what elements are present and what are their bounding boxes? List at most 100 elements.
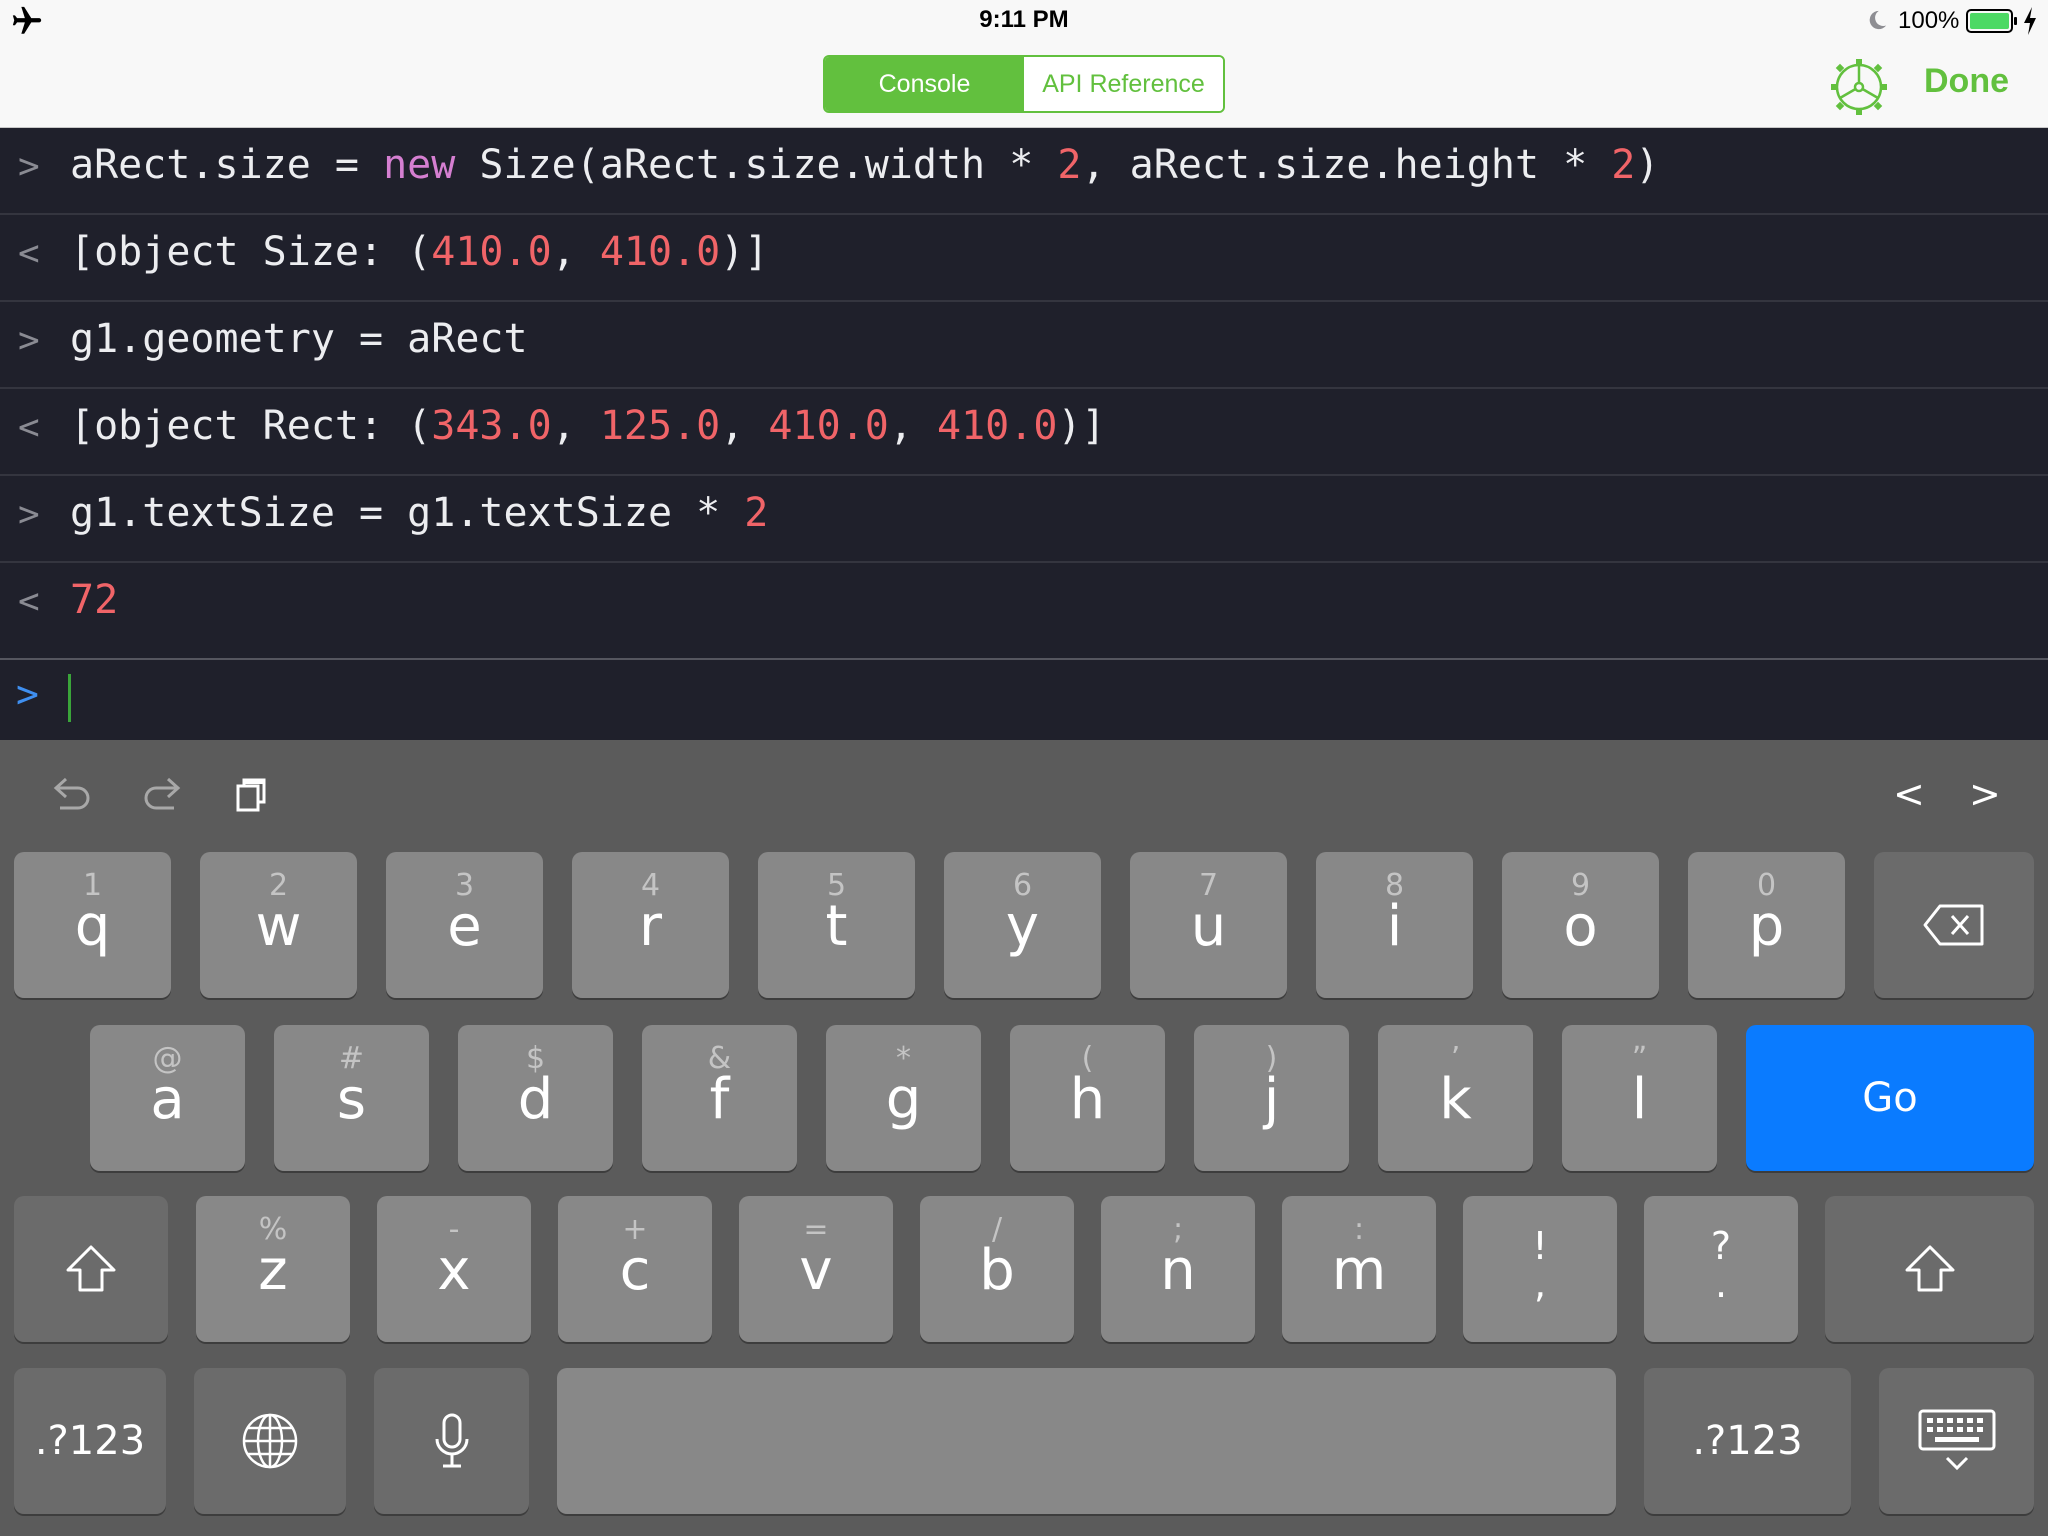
code-token: , bbox=[888, 403, 938, 449]
shift-key-left[interactable] bbox=[14, 1196, 168, 1342]
numbers-key-label: .?123 bbox=[1692, 1418, 1803, 1464]
code-token: [object Rect: ( bbox=[70, 403, 432, 449]
code-token: , bbox=[551, 229, 600, 275]
console-text: [object Size: (410.0, 410.0)] bbox=[70, 229, 768, 275]
keyword-token: new bbox=[383, 142, 456, 188]
console-input[interactable]: > bbox=[0, 658, 2048, 740]
keyboard-dismiss-icon bbox=[1918, 1409, 1995, 1471]
done-button[interactable]: Done bbox=[1924, 62, 2009, 101]
shift-icon bbox=[1905, 1245, 1954, 1292]
console-line: < [object Rect: (343.0, 125.0, 410.0, 41… bbox=[0, 389, 2048, 476]
next-button[interactable]: > bbox=[1969, 772, 2001, 816]
key-q[interactable]: 1q bbox=[14, 852, 171, 998]
key-k[interactable]: ’ k bbox=[1378, 1025, 1533, 1171]
key-label: l bbox=[1631, 1067, 1648, 1132]
number-token: 2 bbox=[1611, 142, 1636, 188]
dictation-key[interactable] bbox=[374, 1368, 529, 1514]
code-token: , bbox=[720, 403, 769, 449]
key-exclamation-comma[interactable]: !, bbox=[1463, 1196, 1617, 1342]
key-j[interactable]: ) j bbox=[1194, 1025, 1349, 1171]
number-token: 410.0 bbox=[937, 403, 1058, 449]
key-m[interactable]: :m bbox=[1282, 1196, 1436, 1342]
key-s[interactable]: # s bbox=[274, 1025, 429, 1171]
key-label: f bbox=[709, 1067, 730, 1132]
space-bar[interactable] bbox=[557, 1368, 1616, 1514]
numbers-key-left[interactable]: .?123 bbox=[14, 1368, 166, 1514]
undo-icon[interactable] bbox=[46, 770, 96, 820]
redo-icon[interactable] bbox=[138, 770, 188, 820]
battery-percent: 100% bbox=[1898, 7, 1960, 34]
output-marker: < bbox=[18, 407, 40, 448]
key-label: q bbox=[74, 894, 111, 959]
microphone-icon bbox=[435, 1413, 468, 1468]
key-n[interactable]: ; n bbox=[1101, 1196, 1255, 1342]
tab-api-reference[interactable]: API Reference bbox=[1024, 57, 1223, 111]
key-a[interactable]: @ a bbox=[90, 1025, 245, 1171]
previous-button[interactable]: < bbox=[1893, 772, 1925, 816]
number-token: 410.0 bbox=[431, 229, 552, 275]
key-label: k bbox=[1439, 1067, 1472, 1132]
key-label: h bbox=[1069, 1067, 1106, 1132]
number-token: 343.0 bbox=[431, 403, 552, 449]
charging-bolt-icon bbox=[2024, 7, 2036, 35]
key-t[interactable]: 5t bbox=[758, 852, 915, 998]
key-label: y bbox=[1005, 894, 1040, 959]
code-token: aRect.size = bbox=[70, 142, 384, 188]
console-output: > aRect.size = new Size(aRect.size.width… bbox=[0, 128, 2048, 740]
key-w[interactable]: 2w bbox=[200, 852, 357, 998]
key-v[interactable]: = v bbox=[739, 1196, 893, 1342]
key-l[interactable]: ” l bbox=[1562, 1025, 1717, 1171]
key-label: c bbox=[619, 1238, 651, 1303]
input-marker: > bbox=[18, 320, 40, 361]
key-label: t bbox=[825, 894, 848, 959]
key-o[interactable]: 9o bbox=[1502, 852, 1659, 998]
code-token: g1.geometry = aRect bbox=[70, 316, 528, 362]
key-label: j bbox=[1263, 1067, 1280, 1132]
key-f[interactable]: & f bbox=[642, 1025, 797, 1171]
key-p[interactable]: 0p bbox=[1688, 852, 1845, 998]
key-x[interactable]: -x bbox=[377, 1196, 531, 1342]
shift-key-right[interactable] bbox=[1825, 1196, 2034, 1342]
globe-key[interactable] bbox=[194, 1368, 346, 1514]
key-label: o bbox=[1563, 894, 1598, 959]
number-token: 125.0 bbox=[599, 403, 721, 449]
key-label: z bbox=[258, 1238, 288, 1303]
console-line: > g1.geometry = aRect bbox=[0, 302, 2048, 389]
key-label: d bbox=[517, 1067, 554, 1132]
go-key[interactable]: Go bbox=[1746, 1025, 2034, 1171]
key-label: n bbox=[1160, 1238, 1196, 1303]
number-token: 2 bbox=[744, 490, 769, 536]
gear-icon[interactable] bbox=[1828, 56, 1890, 118]
delete-key[interactable] bbox=[1874, 852, 2034, 998]
status-time: 9:11 PM bbox=[979, 6, 1069, 33]
input-marker: > bbox=[18, 146, 40, 187]
key-g[interactable]: * g bbox=[826, 1025, 981, 1171]
key-i[interactable]: 8i bbox=[1316, 852, 1473, 998]
paste-icon[interactable] bbox=[230, 770, 280, 820]
console-line: < [object Size: (410.0, 410.0)] bbox=[0, 215, 2048, 302]
code-token: , aRect.size.height * bbox=[1081, 142, 1612, 188]
key-e[interactable]: 3e bbox=[386, 852, 543, 998]
keyboard: < > 1q 2w 3e 4r 5t 6y 7u 8i 9o 0p @ a # s … bbox=[0, 740, 2048, 1536]
key-c[interactable]: + c bbox=[558, 1196, 712, 1342]
output-marker: < bbox=[18, 233, 40, 274]
key-h[interactable]: (h bbox=[1010, 1025, 1165, 1171]
code-token: [object Size: ( bbox=[70, 229, 432, 275]
key-label: m bbox=[1331, 1238, 1387, 1303]
key-label: g bbox=[885, 1067, 922, 1132]
dismiss-keyboard-key[interactable] bbox=[1879, 1368, 2034, 1514]
key-y[interactable]: 6y bbox=[944, 852, 1101, 998]
key-d[interactable]: $ d bbox=[458, 1025, 613, 1171]
numbers-key-label: .?123 bbox=[34, 1418, 146, 1464]
tab-console[interactable]: Console bbox=[825, 57, 1024, 111]
numbers-key-right[interactable]: .?123 bbox=[1644, 1368, 1851, 1514]
key-r[interactable]: 4r bbox=[572, 852, 729, 998]
code-token: , bbox=[551, 403, 600, 449]
number-token: 410.0 bbox=[768, 403, 889, 449]
console-line: < 72 bbox=[0, 563, 2048, 650]
key-z[interactable]: % z bbox=[196, 1196, 350, 1342]
moon-icon bbox=[1869, 10, 1887, 30]
key-b[interactable]: / b bbox=[920, 1196, 1074, 1342]
key-u[interactable]: 7u bbox=[1130, 852, 1287, 998]
key-question-period[interactable]: ?. bbox=[1644, 1196, 1798, 1342]
